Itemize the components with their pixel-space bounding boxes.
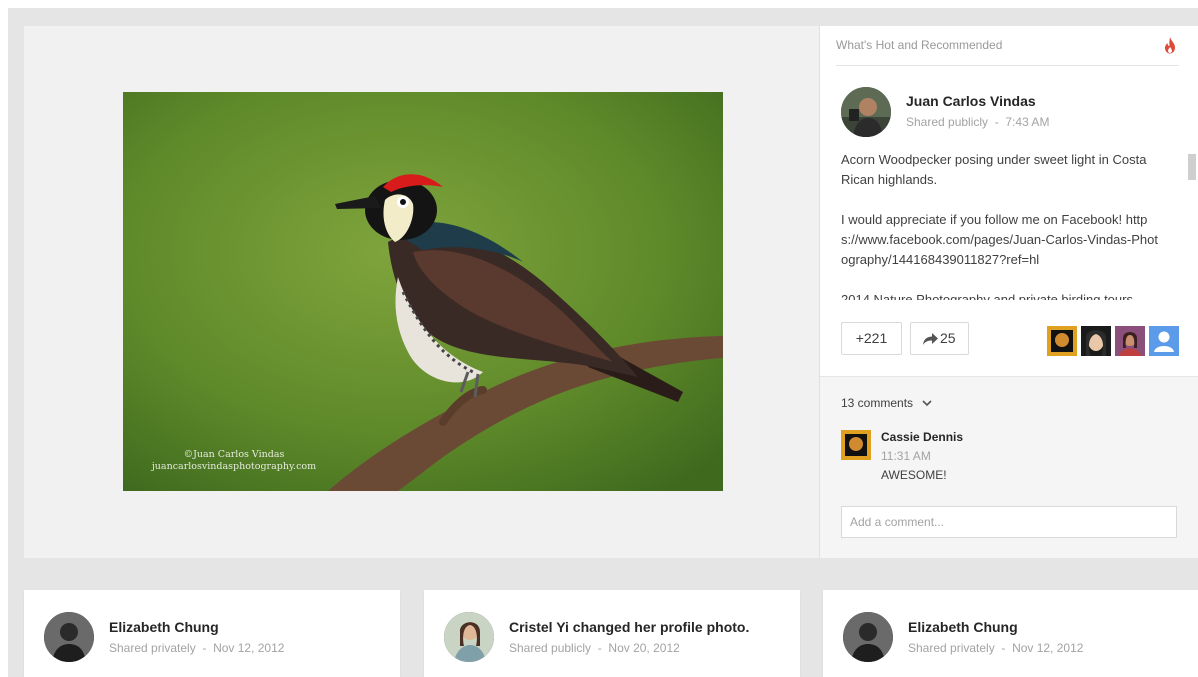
post-scrollbar[interactable]: [1188, 154, 1196, 180]
commenter-avatar[interactable]: [841, 430, 871, 460]
photo-area: ©Juan Carlos Vindas juancarlosvindasphot…: [24, 26, 819, 558]
share-count: 25: [940, 330, 956, 346]
pluser-avatar[interactable]: [1149, 326, 1179, 356]
card-avatar[interactable]: [44, 612, 94, 662]
photo-watermark: ©Juan Carlos Vindas juancarlosvindasphot…: [139, 449, 329, 473]
plus-one-button[interactable]: +221: [841, 322, 902, 355]
commenter-photo: [841, 430, 871, 460]
post-paragraph: 2014 Nature Photography and private bird…: [841, 292, 1144, 300]
author-name[interactable]: Juan Carlos Vindas: [906, 93, 1036, 109]
watermark-line-2: juancarlosvindasphotography.com: [151, 461, 317, 472]
card-visibility: Shared privately: [908, 641, 995, 655]
author-meta: Shared publicly - 7:43 AM: [906, 115, 1049, 129]
card-date[interactable]: Nov 20, 2012: [608, 641, 679, 655]
card-avatar-photo: [843, 612, 893, 662]
hot-recommended-title: What's Hot and Recommended: [836, 38, 1003, 52]
share-button[interactable]: 25: [910, 322, 969, 355]
share-arrow-icon: [923, 333, 938, 345]
featured-post-card: ©Juan Carlos Vindas juancarlosvindasphot…: [24, 26, 1198, 558]
commenter-name[interactable]: Cassie Dennis: [881, 430, 963, 444]
add-comment-input[interactable]: [841, 506, 1177, 538]
post-side-panel: What's Hot and Recommended Juan Carlos V…: [819, 26, 1198, 558]
card-date[interactable]: Nov 12, 2012: [213, 641, 284, 655]
comment-text: AWESOME!: [881, 468, 947, 482]
card-author-name[interactable]: Cristel Yi: [509, 619, 569, 635]
stream-card[interactable]: Elizabeth Chung Shared privately - Nov 1…: [24, 590, 400, 677]
author-photo: [841, 87, 891, 137]
pluser-avatar[interactable]: [1081, 326, 1111, 356]
card-date[interactable]: Nov 12, 2012: [1012, 641, 1083, 655]
card-author: Cristel Yi changed her profile photo.: [509, 619, 749, 635]
card-author-name[interactable]: Elizabeth Chung: [908, 619, 1018, 635]
post-visibility: Shared publicly: [906, 115, 989, 129]
card-visibility: Shared publicly: [509, 641, 592, 655]
comments-area: 13 comments Cassie Dennis 11:31 AM AWESO…: [820, 376, 1198, 558]
post-time[interactable]: 7:43 AM: [1005, 115, 1049, 129]
post-paragraph: Acorn Woodpecker posing under sweet ligh…: [841, 152, 1147, 187]
pluser-avatar[interactable]: [1047, 326, 1077, 356]
card-avatar[interactable]: [444, 612, 494, 662]
flame-icon[interactable]: [1163, 37, 1177, 54]
author-avatar[interactable]: [841, 87, 891, 137]
stream-card[interactable]: Elizabeth Chung Shared privately - Nov 1…: [823, 590, 1198, 677]
comments-toggle[interactable]: 13 comments: [841, 396, 932, 410]
card-visibility: Shared privately: [109, 641, 196, 655]
meta-separator: -: [991, 115, 1006, 129]
card-avatar[interactable]: [843, 612, 893, 662]
post-text: Acorn Woodpecker posing under sweet ligh…: [841, 150, 1159, 300]
comment-time: 11:31 AM: [881, 449, 931, 463]
post-photo[interactable]: ©Juan Carlos Vindas juancarlosvindasphot…: [123, 92, 723, 491]
card-meta: Shared publicly - Nov 20, 2012: [509, 641, 680, 655]
card-action: changed her profile photo.: [568, 619, 750, 635]
hot-recommended-header: What's Hot and Recommended: [836, 36, 1179, 66]
card-avatar-photo: [44, 612, 94, 662]
card-avatar-photo: [444, 612, 494, 662]
stream-card[interactable]: Cristel Yi changed her profile photo. Sh…: [424, 590, 800, 677]
pluser-photo: [1081, 326, 1111, 356]
card-author-name[interactable]: Elizabeth Chung: [109, 619, 219, 635]
card-author: Elizabeth Chung: [109, 619, 219, 635]
card-meta: Shared privately - Nov 12, 2012: [908, 641, 1083, 655]
default-user-icon: [1149, 326, 1179, 356]
meta-separator: -: [199, 641, 214, 655]
comments-count: 13 comments: [841, 396, 914, 410]
chevron-down-icon: [922, 400, 932, 407]
card-meta: Shared privately - Nov 12, 2012: [109, 641, 284, 655]
meta-separator: -: [998, 641, 1013, 655]
pluser-avatar[interactable]: [1115, 326, 1145, 356]
woodpecker-photo: [123, 92, 723, 491]
card-author: Elizabeth Chung: [908, 619, 1018, 635]
post-paragraph: I would appreciate if you follow me on F…: [841, 212, 1158, 267]
pluser-photo: [1115, 326, 1145, 356]
pluser-photo: [1047, 326, 1077, 356]
watermark-line-1: ©Juan Carlos Vindas: [183, 449, 285, 460]
meta-separator: -: [594, 641, 609, 655]
